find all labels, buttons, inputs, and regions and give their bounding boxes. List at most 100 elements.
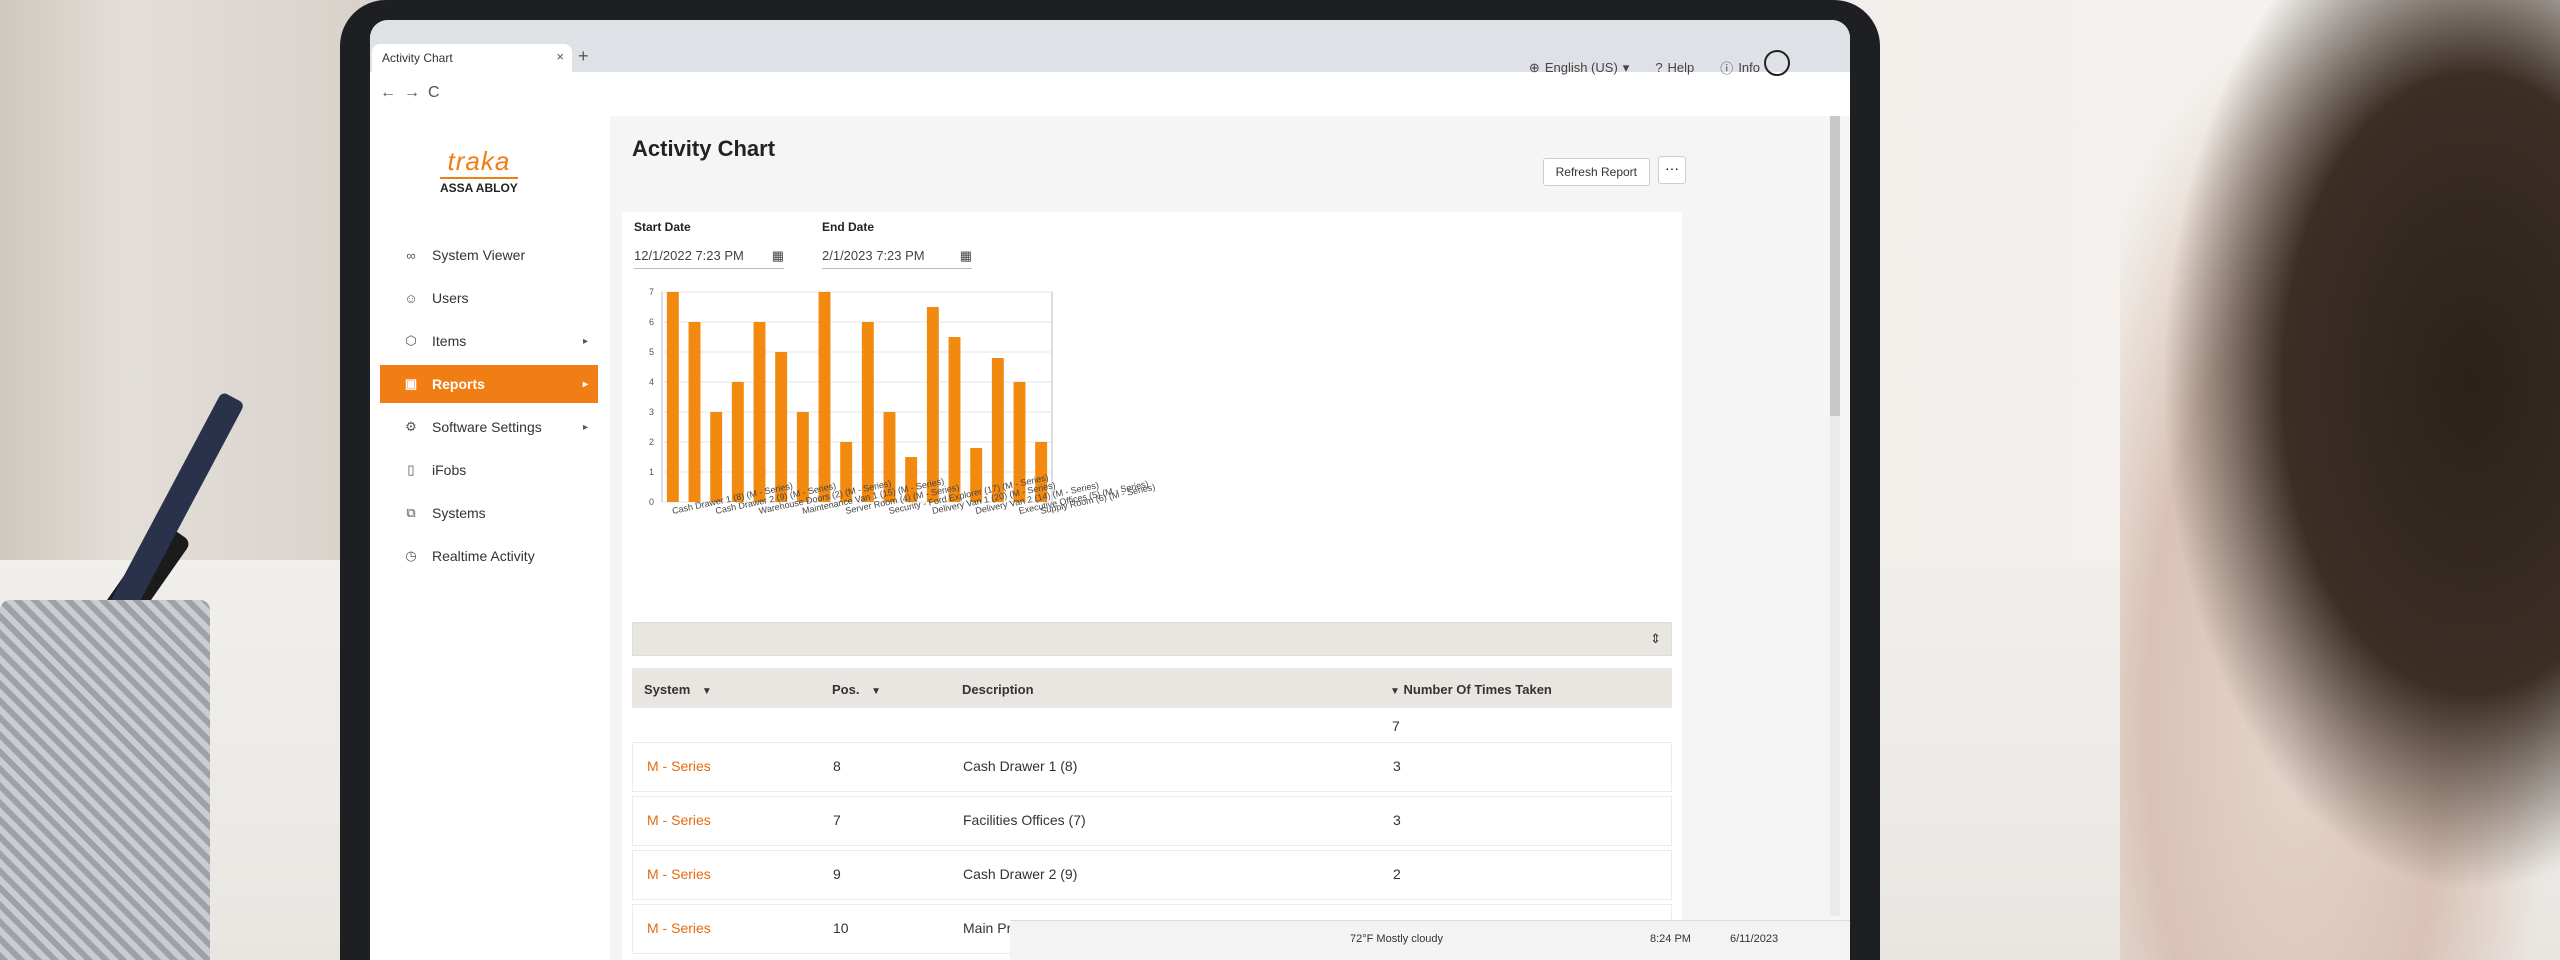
end-date-label: End Date: [822, 220, 875, 234]
system-link[interactable]: M - Series: [647, 758, 711, 774]
pos-cell: 8: [833, 758, 841, 774]
times-taken-cell: 2: [1393, 866, 1401, 882]
sidebar-item-system-viewer[interactable]: ∞ System Viewer: [380, 236, 598, 274]
sidebar-item-label: Users: [432, 290, 469, 306]
filter-icon[interactable]: ▼: [871, 686, 881, 697]
bar: [666, 292, 679, 502]
system-link[interactable]: M - Series: [647, 920, 711, 936]
filter-icon[interactable]: ▼: [702, 686, 712, 697]
bar: [818, 292, 831, 502]
sidebar-item-label: Systems: [432, 505, 486, 521]
caret-down-icon: ▾: [1622, 59, 1630, 75]
sidebar-item-items[interactable]: ⬡ Items ▸: [380, 322, 598, 360]
bar: [753, 322, 766, 502]
bar: [688, 322, 701, 502]
traka-logo[interactable]: traka ASSA ABLOY: [440, 146, 518, 195]
sidebar-item-ifobs[interactable]: ▯ iFobs: [380, 451, 598, 489]
header-actions: ⊕ English (US) ▾ ? Help ⓘ Info: [1529, 58, 1760, 77]
report-icon: ▣: [404, 376, 418, 391]
forward-icon[interactable]: →: [404, 84, 420, 102]
close-tab-icon[interactable]: ×: [556, 49, 564, 64]
page-title: Activity Chart: [632, 136, 776, 161]
sidebar-item-realtime-activity[interactable]: ◷ Realtime Activity: [380, 537, 598, 575]
help-link[interactable]: ? Help: [1655, 58, 1694, 77]
bar: [861, 322, 874, 502]
reload-icon[interactable]: C: [428, 84, 440, 102]
start-date-field: Start Date 12/1/2022 7:23 PM ▦: [634, 220, 784, 269]
sidebar-item-label: Realtime Activity: [432, 548, 535, 564]
description-cell: Cash Drawer 2 (9): [963, 866, 1078, 882]
bar: [731, 382, 744, 502]
y-tick-label: 3: [649, 407, 654, 417]
new-tab-icon[interactable]: +: [578, 46, 589, 67]
bar: [991, 358, 1004, 502]
globe-icon: ⊕: [1528, 59, 1540, 75]
table-row[interactable]: M - Series 7 Facilities Offices (7) 3: [632, 796, 1672, 846]
refresh-report-button[interactable]: Refresh Report: [1542, 158, 1650, 186]
sidebar-item-users[interactable]: ☺ Users: [380, 279, 598, 317]
times-taken-cell: 3: [1393, 812, 1401, 828]
y-tick-label: 1: [649, 467, 654, 477]
column-header-description[interactable]: Description: [962, 682, 1034, 697]
bar: [775, 352, 788, 502]
more-options-button[interactable]: ···: [1658, 156, 1686, 184]
person-image: [2120, 0, 2560, 960]
activity-bar-chart: 0 1 2 3 4 5 6 7 Cash Drawer 1 (8) (M - Series) Ca…: [632, 282, 1282, 612]
column-header-pos[interactable]: Pos. ▼: [832, 682, 881, 697]
calendar-icon[interactable]: ▦: [772, 248, 784, 264]
help-label: Help: [1667, 60, 1695, 75]
user-icon: ☺: [404, 290, 418, 306]
column-header-system[interactable]: System ▼: [644, 682, 712, 697]
fob-icon: ▯: [407, 462, 415, 477]
scrollbar-thumb[interactable]: [1830, 116, 1840, 416]
table-toolbar: ⇕: [632, 622, 1672, 656]
sidebar: traka ASSA ABLOY ∞ System Viewer ☺ Users…: [370, 116, 611, 960]
sidebar-item-reports[interactable]: ▣ Reports ▸: [380, 365, 598, 403]
table-row[interactable]: M - Series 9 Cash Drawer 2 (9) 2: [632, 850, 1672, 900]
tab-title: Activity Chart: [382, 51, 453, 65]
account-icon[interactable]: [1764, 50, 1790, 76]
chevron-right-icon: ▸: [582, 421, 588, 433]
laptop-screen: Activity Chart × + ← → C traka ASSA ABLO…: [370, 20, 1850, 960]
start-date-input[interactable]: 12/1/2022 7:23 PM ▦: [634, 244, 784, 269]
end-date-input[interactable]: 2/1/2023 7:23 PM ▦: [822, 244, 972, 269]
os-taskbar: 72°F Mostly cloudy 8:24 PM 6/11/2023: [1010, 920, 1850, 960]
sidebar-item-label: System Viewer: [432, 247, 526, 263]
filter-icon[interactable]: ▼: [1390, 686, 1400, 697]
system-link[interactable]: M - Series: [647, 866, 711, 882]
pos-cell: 9: [833, 866, 841, 882]
column-header-times-taken[interactable]: ▼ Number Of Times Taken: [1382, 682, 1552, 697]
y-tick-label: 7: [649, 287, 654, 297]
taskbar-date[interactable]: 6/11/2023: [1730, 933, 1778, 945]
language-selector[interactable]: ⊕ English (US) ▾: [1529, 58, 1629, 77]
system-link[interactable]: M - Series: [647, 812, 711, 828]
sidebar-item-software-settings[interactable]: ⚙ Software Settings ▸: [380, 408, 598, 446]
taskbar-time[interactable]: 8:24 PM: [1650, 933, 1691, 945]
end-date-field: End Date 2/1/2023 7:23 PM ▦: [822, 220, 972, 269]
info-link[interactable]: ⓘ Info: [1720, 58, 1760, 77]
sidebar-item-label: Software Settings: [432, 419, 542, 435]
logo-brand: traka: [447, 146, 511, 176]
table-row[interactable]: M - Series 8 Cash Drawer 1 (8) 3: [632, 742, 1672, 792]
pos-cell: 7: [833, 812, 841, 828]
calendar-icon[interactable]: ▦: [960, 248, 972, 264]
pos-cell: 10: [833, 920, 849, 936]
column-header-label: System: [644, 682, 691, 697]
y-tick-label: 2: [649, 437, 654, 447]
column-header-label: Pos.: [832, 682, 860, 697]
info-icon: ⓘ: [1720, 61, 1734, 76]
bar: [948, 337, 961, 502]
sidebar-item-systems[interactable]: ⧉ Systems: [380, 494, 598, 532]
sort-icon[interactable]: ⇕: [1650, 631, 1661, 647]
column-header-label: Description: [962, 682, 1034, 697]
start-date-value: 12/1/2022 7:23 PM: [634, 248, 744, 263]
browser-tab[interactable]: Activity Chart ×: [372, 44, 572, 72]
bar: [710, 412, 723, 502]
times-taken-value: 7: [1392, 718, 1400, 734]
gear-icon: ⚙: [405, 419, 417, 434]
back-icon[interactable]: ←: [380, 84, 396, 102]
report-card: Start Date 12/1/2022 7:23 PM ▦ End Date …: [622, 212, 1682, 960]
main-content: Activity Chart Refresh Report ··· Start …: [610, 116, 1850, 960]
systems-icon: ⧉: [406, 505, 416, 520]
weather-widget[interactable]: 72°F Mostly cloudy: [1350, 933, 1443, 945]
